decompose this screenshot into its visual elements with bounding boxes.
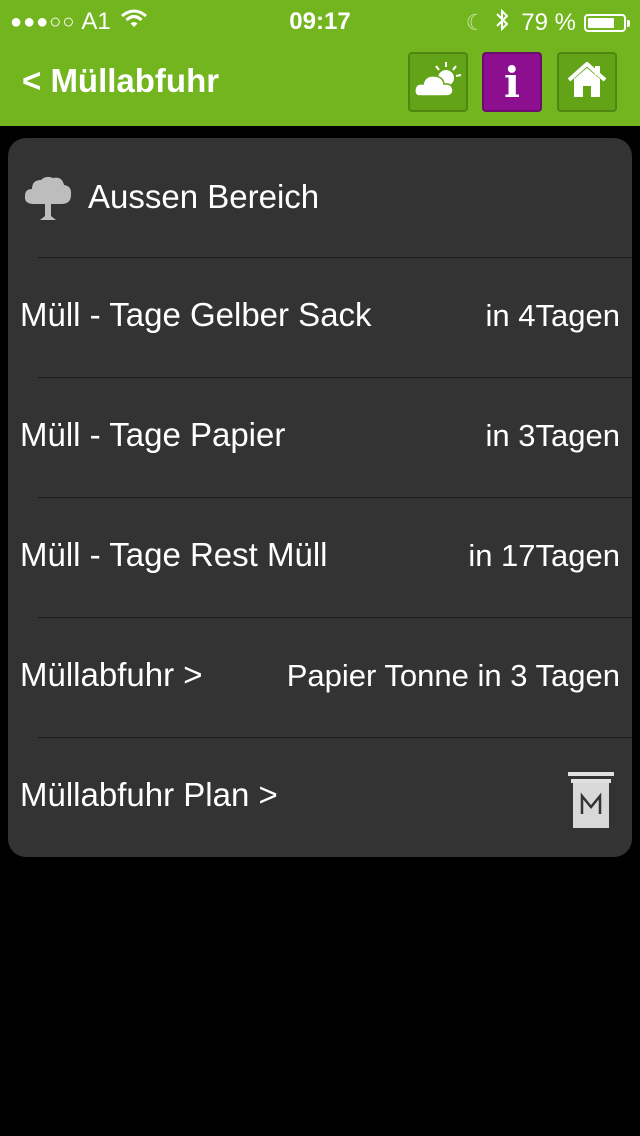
battery-fill (588, 18, 615, 28)
list-item-papier[interactable]: Müll - Tage Papier in 3Tagen (8, 378, 632, 498)
list-item-label: Müllabfuhr > (20, 656, 203, 693)
list-item-value: in 3Tagen (485, 418, 620, 453)
tree-icon (22, 174, 74, 222)
list-item-value: in 4Tagen (485, 298, 620, 333)
battery-icon (584, 14, 630, 32)
list-item-label: Müll - Tage Papier (20, 416, 286, 453)
back-button[interactable]: < Müllabfuhr (22, 62, 219, 100)
do-not-disturb-icon: ☾ (465, 10, 486, 35)
home-icon (566, 60, 608, 105)
section-title: Aussen Bereich (88, 178, 320, 215)
weather-icon (412, 60, 464, 105)
top-bar: ●●●○○ A1 09:17 ☾ 79 % < Müllabfuhr i (0, 0, 640, 126)
battery-nub (627, 20, 630, 27)
status-right: ☾ 79 % (465, 8, 630, 38)
weather-button[interactable] (408, 52, 468, 112)
home-button[interactable] (557, 52, 617, 112)
list-item-gelber-sack[interactable]: Müll - Tage Gelber Sack in 4Tagen (8, 258, 632, 378)
bluetooth-icon (495, 8, 509, 38)
battery-percent: 79 % (521, 9, 576, 36)
list-header-row: Aussen Bereich (8, 138, 632, 258)
waste-collection-list: Aussen Bereich Müll - Tage Gelber Sack i… (8, 138, 632, 857)
list-item-rest-muell[interactable]: Müll - Tage Rest Müll in 17Tagen (8, 498, 632, 618)
list-item-muellabfuhr[interactable]: Müllabfuhr > Papier Tonne in 3 Tagen (8, 618, 632, 738)
info-button[interactable]: i (482, 52, 542, 112)
list-item-value: in 17Tagen (468, 538, 620, 573)
list-item-label: Müll - Tage Rest Müll (20, 536, 328, 573)
list-item-value: Papier Tonne in 3 Tagen (286, 658, 620, 693)
list-item-label: Müllabfuhr Plan > (20, 776, 278, 813)
list-item-muellabfuhr-plan[interactable]: Müllabfuhr Plan > (8, 738, 632, 857)
info-icon: i (504, 57, 520, 107)
bin-icon (566, 770, 616, 830)
list-item-label: Müll - Tage Gelber Sack (20, 296, 372, 333)
status-bar: ●●●○○ A1 09:17 ☾ 79 % (0, 0, 640, 42)
